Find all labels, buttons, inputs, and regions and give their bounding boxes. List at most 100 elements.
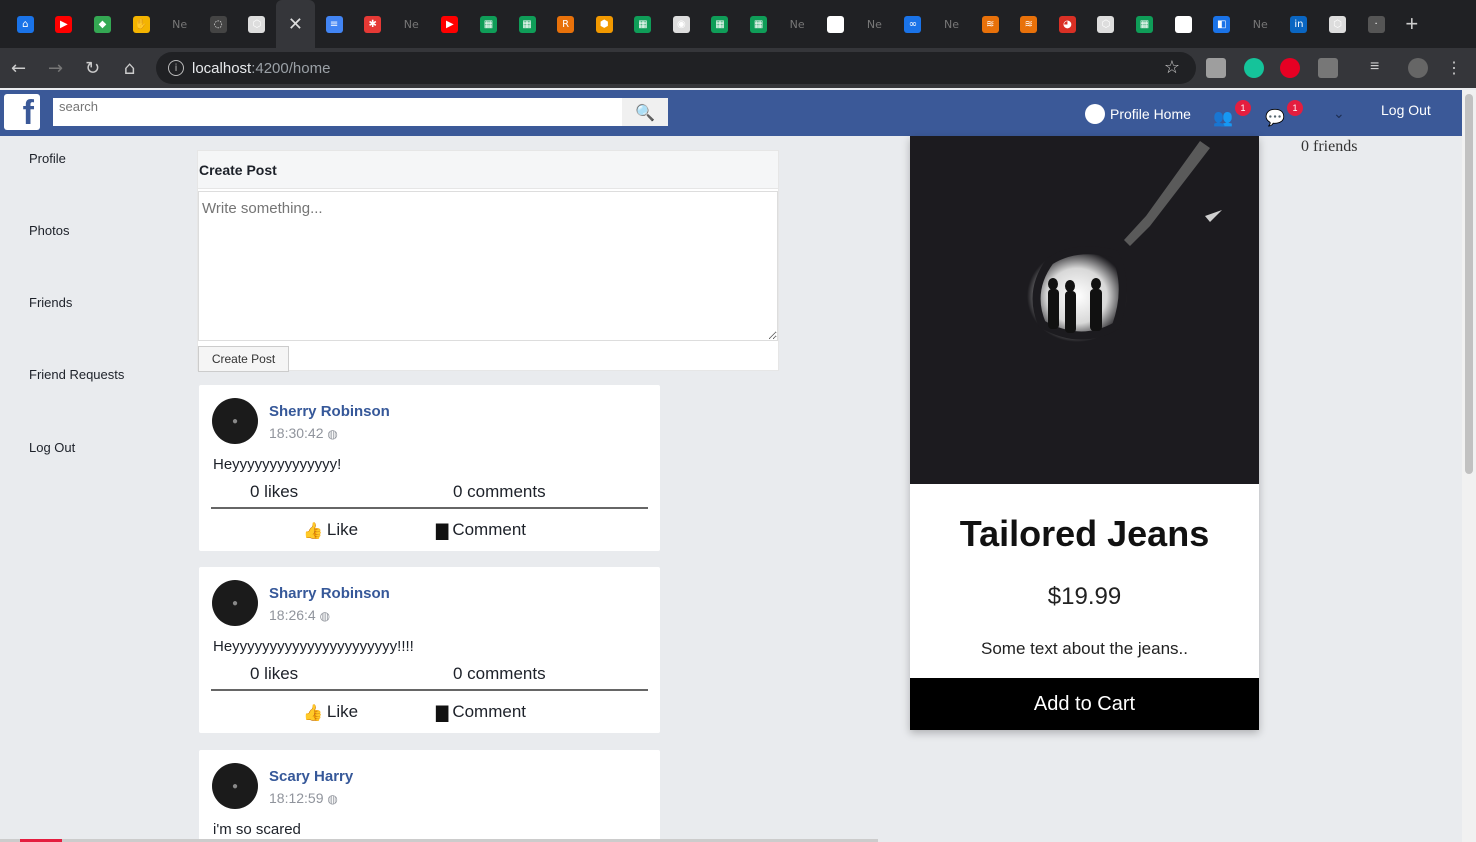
sidebar-item-friends[interactable]: Friends bbox=[29, 295, 72, 310]
product-card: Tailored Jeans $19.99 Some text about th… bbox=[910, 136, 1259, 730]
like-button[interactable]: 👍 Like bbox=[303, 702, 358, 722]
add-to-cart-button[interactable]: Add to Cart bbox=[910, 678, 1259, 730]
chevron-down-icon[interactable]: ⌄ bbox=[1333, 106, 1345, 122]
browser-tab[interactable]: ▦ bbox=[701, 0, 740, 48]
browser-tab[interactable]: ∞ bbox=[894, 0, 933, 48]
browser-tab[interactable]: ⬡ bbox=[1318, 0, 1357, 48]
sidebar-item-profile[interactable]: Profile bbox=[29, 151, 66, 166]
puzzle-extension-icon[interactable] bbox=[1318, 58, 1338, 78]
browser-tab[interactable]: ◆ bbox=[83, 0, 122, 48]
browser-tab[interactable]: R bbox=[546, 0, 585, 48]
browser-tab[interactable]: ⬢ bbox=[585, 0, 624, 48]
user-avatar-icon[interactable] bbox=[1408, 58, 1428, 78]
search-input[interactable] bbox=[53, 98, 623, 126]
browser-tab[interactable]: Ne bbox=[778, 0, 817, 48]
comment-button[interactable]: ▇ Comment bbox=[436, 520, 526, 540]
post-author[interactable]: Sharry Robinson bbox=[269, 585, 390, 602]
browser-tab[interactable]: ✋ bbox=[122, 0, 161, 48]
browser-tab[interactable]: ⌂ bbox=[6, 0, 45, 48]
post-card: ● Scary Harry 18:12:59 ◍ i'm so scared bbox=[199, 750, 660, 842]
browser-tab[interactable]: ● bbox=[1164, 0, 1203, 48]
browser-tab[interactable]: ▦ bbox=[624, 0, 663, 48]
cave-silhouette-illustration bbox=[910, 136, 1259, 484]
logout-link[interactable]: Log Out bbox=[1381, 102, 1431, 118]
like-button[interactable]: 👍 Like bbox=[303, 520, 358, 540]
browser-tab[interactable]: ✱ bbox=[353, 0, 392, 48]
back-arrow-icon[interactable]: ← bbox=[0, 48, 37, 88]
youtube-icon: ▶ bbox=[55, 15, 73, 33]
browser-tab[interactable]: ✕ bbox=[276, 0, 315, 48]
comment-button[interactable]: ▇ Comment bbox=[436, 702, 526, 722]
friend-requests-icon[interactable]: 👥 bbox=[1213, 108, 1233, 127]
comments-count[interactable]: 0 comments bbox=[453, 664, 546, 684]
comments-count[interactable]: 0 comments bbox=[453, 482, 546, 502]
browser-tab[interactable]: Ne bbox=[855, 0, 894, 48]
sidebar-item-logout[interactable]: Log Out bbox=[29, 440, 75, 455]
post-card: ● Sherry Robinson 18:30:42 ◍ Heyyyyyyyyy… bbox=[199, 385, 660, 551]
reading-list-icon[interactable]: ≡ bbox=[1370, 58, 1390, 78]
browser-tab[interactable]: Ne bbox=[932, 0, 971, 48]
browser-tab[interactable]: in bbox=[1280, 0, 1319, 48]
author-avatar[interactable]: ● bbox=[212, 398, 258, 444]
browser-tab[interactable]: ▶ bbox=[431, 0, 470, 48]
post-text: Heyyyyyyyyyyyyyyyyyyyyyy!!!! bbox=[213, 638, 414, 655]
post-author[interactable]: Sherry Robinson bbox=[269, 403, 390, 420]
thumbs-up-icon: 👍 bbox=[303, 520, 323, 540]
sheets-icon: ▦ bbox=[711, 15, 729, 33]
address-bar[interactable]: i localhost:4200/home ☆ bbox=[156, 52, 1196, 84]
create-post-button[interactable]: Create Post bbox=[198, 346, 289, 372]
new-tab-button[interactable]: + bbox=[1405, 11, 1418, 37]
grammarly-icon[interactable] bbox=[1244, 58, 1264, 78]
browser-tab[interactable]: · bbox=[1357, 0, 1396, 48]
codepen-icon: ⬡ bbox=[1328, 15, 1346, 33]
home-icon[interactable]: ⌂ bbox=[111, 48, 148, 88]
ne-label: Ne bbox=[944, 17, 960, 31]
pinterest-icon[interactable] bbox=[1280, 58, 1300, 78]
browser-tab[interactable]: ≋ bbox=[971, 0, 1010, 48]
search-button[interactable]: 🔍 bbox=[622, 98, 668, 126]
browser-tab[interactable]: Ne bbox=[1241, 0, 1280, 48]
site-info-icon[interactable]: i bbox=[168, 60, 184, 76]
chrome-icon: ◉ bbox=[672, 15, 690, 33]
messages-icon[interactable]: 💬 bbox=[1265, 108, 1285, 127]
profile-avatar bbox=[1085, 104, 1105, 124]
browser-tab[interactable]: ▦ bbox=[1125, 0, 1164, 48]
browser-tab[interactable]: Ne bbox=[160, 0, 199, 48]
browser-tab[interactable]: ⬡ bbox=[238, 0, 277, 48]
browser-tab[interactable]: ▦ bbox=[508, 0, 547, 48]
browser-tab[interactable]: ⬡ bbox=[1087, 0, 1126, 48]
profile-home-link[interactable]: Profile Home bbox=[1085, 104, 1191, 124]
browser-tab[interactable]: Ne bbox=[392, 0, 431, 48]
browser-tab[interactable]: ● bbox=[816, 0, 855, 48]
sidebar-item-photos[interactable]: Photos bbox=[29, 223, 69, 238]
extension-icon[interactable] bbox=[1206, 58, 1226, 78]
post-author[interactable]: Scary Harry bbox=[269, 768, 353, 785]
post-textarea[interactable] bbox=[198, 191, 778, 341]
browser-tab[interactable]: ▦ bbox=[739, 0, 778, 48]
author-avatar[interactable]: ● bbox=[212, 763, 258, 809]
bookmark-star-icon[interactable]: ☆ bbox=[1164, 57, 1180, 78]
browser-tab[interactable]: ▦ bbox=[469, 0, 508, 48]
browser-tab[interactable]: ◧ bbox=[1202, 0, 1241, 48]
comment-icon: ▇ bbox=[436, 702, 449, 722]
author-avatar[interactable]: ● bbox=[212, 580, 258, 626]
scrollbar-thumb[interactable] bbox=[1465, 94, 1473, 474]
browser-tab[interactable]: ◉ bbox=[662, 0, 701, 48]
forward-arrow-icon[interactable]: → bbox=[37, 48, 74, 88]
sheets-icon: ▦ bbox=[750, 15, 768, 33]
url-path: :4200/home bbox=[251, 59, 331, 77]
top-navbar: f 🔍 Profile Home 👥 1 💬 1 ⌄ Log Out bbox=[0, 90, 1462, 136]
browser-tab[interactable]: ≡ bbox=[315, 0, 354, 48]
sidebar-item-friend-requests[interactable]: Friend Requests bbox=[29, 367, 124, 382]
page-scrollbar[interactable] bbox=[1462, 90, 1476, 842]
reload-icon[interactable]: ↻ bbox=[74, 48, 111, 88]
green-diamond-icon: ◆ bbox=[93, 15, 111, 33]
browser-tab[interactable]: ≋ bbox=[1009, 0, 1048, 48]
red-app-icon: ✱ bbox=[364, 15, 382, 33]
browser-tab[interactable]: ◕ bbox=[1048, 0, 1087, 48]
facebook-logo[interactable]: f bbox=[4, 94, 40, 130]
browser-tab[interactable]: ▶ bbox=[45, 0, 84, 48]
post-timestamp: 18:30:42 ◍ bbox=[269, 425, 338, 441]
browser-tab[interactable]: ◌ bbox=[199, 0, 238, 48]
browser-menu-icon[interactable]: ⋮ bbox=[1446, 58, 1462, 78]
